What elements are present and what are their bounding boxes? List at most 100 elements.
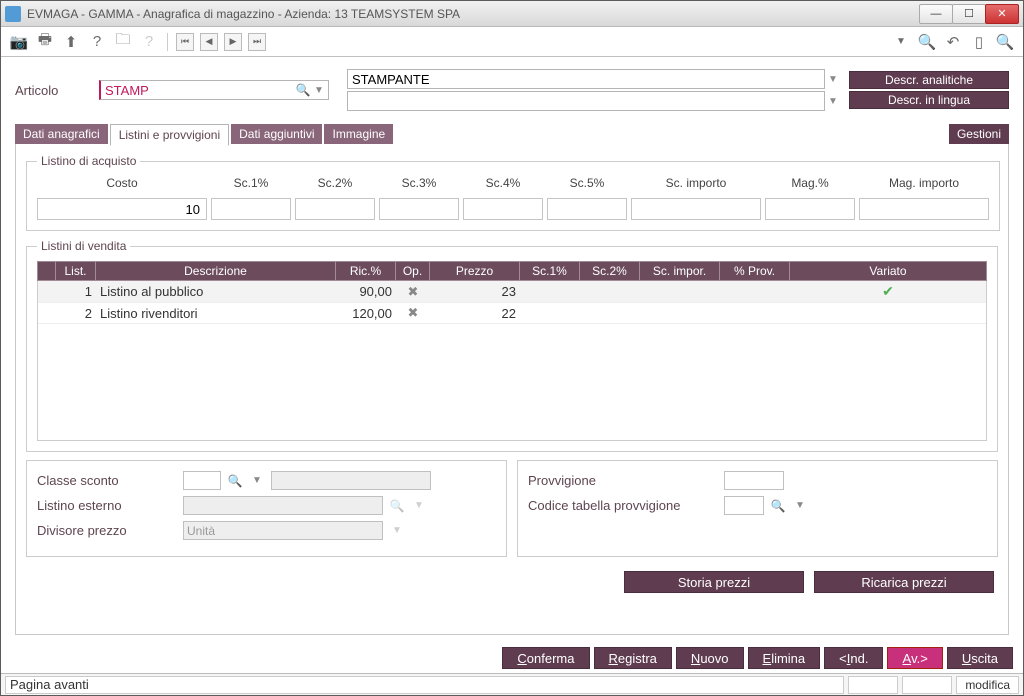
conferma-button[interactable]: Conferma [502,647,589,669]
classe-sconto-descr [271,471,431,490]
vendita-col-prov[interactable]: % Prov. [720,262,790,281]
tab-listini[interactable]: Listini e provvigioni [110,124,229,146]
registra-button[interactable]: Registra [594,647,672,669]
acq-scimp-input[interactable] [631,198,761,220]
acq-magimp-input[interactable] [859,198,989,220]
vendita-col-ric[interactable]: Ric.% [336,262,396,281]
print-icon[interactable]: 🖶 [35,32,55,52]
toolbar: 📷 🖶 ⬆ ? 🗀 ? ⏮ ◀ ▶ ⏭ ▼ 🔍 ↶ ▯ 🔍 [1,27,1023,57]
nav-next-button[interactable]: ▶ [224,33,242,51]
divisore-prezzo-select[interactable] [183,521,383,540]
descrizione2-dropdown-icon[interactable]: ▼ [825,96,841,107]
storia-prezzi-button[interactable]: Storia prezzi [624,571,804,593]
nav-last-button[interactable]: ⏭ [248,33,266,51]
cell-descr: Listino al pubblico [96,281,336,303]
vendita-col-prezzo[interactable]: Prezzo [430,262,520,281]
vendita-col-sc1[interactable]: Sc.1% [520,262,580,281]
nav-first-button[interactable]: ⏮ [176,33,194,51]
classe-sconto-lookup-icon[interactable]: 🔍 [227,474,243,488]
vendita-col-variato[interactable]: Variato [790,262,987,281]
descr-analitiche-button[interactable]: Descr. analitiche [849,71,1009,89]
codice-tab-lookup-icon[interactable]: 🔍 [770,499,786,513]
close-button[interactable]: ✕ [985,4,1019,24]
wrench-icon[interactable]: ✖ [408,305,419,320]
tabs: Dati anagrafici Listini e provvigioni Da… [15,123,1009,145]
codice-tab-dropdown-icon[interactable]: ▼ [792,500,808,511]
search-icon[interactable]: 🔍 [917,32,937,52]
provvigione-input[interactable] [724,471,784,490]
page-icon[interactable]: ▯ [969,32,989,52]
articolo-lookup-icon[interactable]: 🔍 [295,83,311,97]
tab-dati-aggiuntivi[interactable]: Dati aggiuntivi [231,124,322,144]
tab-immagine[interactable]: Immagine [324,124,393,144]
upload-icon[interactable]: ⬆ [61,32,81,52]
folder-icon[interactable]: 🗀 [113,32,133,52]
classe-sconto-dropdown-icon[interactable]: ▼ [249,475,265,486]
listino-esterno-input[interactable] [183,496,383,515]
indietro-button[interactable]: <Ind. [824,647,883,669]
maximize-button[interactable]: ☐ [952,4,986,24]
app-icon [5,6,21,22]
content: Articolo 🔍 ▼ ▼ ▼ Descr. analitiche Descr… [1,57,1023,641]
dropdown-icon[interactable]: ▼ [891,32,911,52]
help2-icon[interactable]: ? [139,32,159,52]
articolo-label: Articolo [15,83,91,98]
tab-dati-anagrafici[interactable]: Dati anagrafici [15,124,108,144]
acq-sc2-input[interactable] [295,198,375,220]
vendita-col-sc2[interactable]: Sc.2% [580,262,640,281]
acq-col-magimp: Mag. importo [859,176,989,194]
ricarica-prezzi-button[interactable]: Ricarica prezzi [814,571,994,593]
check-icon: ✔ [882,283,894,299]
acq-col-sc3: Sc.3% [379,176,459,194]
classe-sconto-code-input[interactable] [183,471,221,490]
acq-col-sc5: Sc.5% [547,176,627,194]
tab-gestioni[interactable]: Gestioni [949,124,1009,144]
status-mode: modifica [956,676,1019,694]
help-icon[interactable]: ? [87,32,107,52]
camera-icon[interactable]: 📷 [9,32,29,52]
search2-icon[interactable]: 🔍 [995,32,1015,52]
descrizione-input[interactable] [347,69,825,89]
avanti-button[interactable]: Av.> [887,647,942,669]
cell-prezzo: 23 [430,281,520,303]
listino-esterno-lookup-icon[interactable]: 🔍 [389,499,405,513]
listino-acquisto-legend: Listino di acquisto [37,154,140,168]
listino-esterno-label: Listino esterno [37,498,177,513]
wrench-icon[interactable]: ✖ [408,284,419,299]
nav-prev-button[interactable]: ◀ [200,33,218,51]
vendita-col-descr[interactable]: Descrizione [96,262,336,281]
acq-magp-input[interactable] [765,198,855,220]
window-title: EVMAGA - GAMMA - Anagrafica di magazzino… [27,7,920,21]
uscita-button[interactable]: Uscita [947,647,1013,669]
acq-sc1-input[interactable] [211,198,291,220]
statusbar: Pagina avanti modifica [1,673,1023,695]
undo-icon[interactable]: ↶ [943,32,963,52]
acq-col-scimp: Sc. importo [631,176,761,194]
descrizione2-input[interactable] [347,91,825,111]
acq-sc3-input[interactable] [379,198,459,220]
header-row: Articolo 🔍 ▼ ▼ ▼ Descr. analitiche Descr… [15,69,1009,111]
app-window: EVMAGA - GAMMA - Anagrafica di magazzino… [0,0,1024,696]
codice-tab-provv-input[interactable] [724,496,764,515]
acq-sc5-input[interactable] [547,198,627,220]
vendita-col-scimp[interactable]: Sc. impor. [640,262,720,281]
vendita-col-op[interactable]: Op. [396,262,430,281]
vendita-col-list[interactable]: List. [56,262,96,281]
minimize-button[interactable]: — [919,4,953,24]
descrizione-dropdown-icon[interactable]: ▼ [825,74,841,85]
acq-sc4-input[interactable] [463,198,543,220]
status-cell-1 [848,676,898,694]
acq-costo-input[interactable] [37,198,207,220]
nuovo-button[interactable]: Nuovo [676,647,744,669]
tab-panel: Listino di acquisto Costo Sc.1% Sc.2% Sc… [15,144,1009,635]
descr-lingua-button[interactable]: Descr. in lingua [849,91,1009,109]
table-row[interactable]: 2Listino rivenditori120,00✖22 [38,303,986,324]
articolo-dropdown-icon[interactable]: ▼ [311,85,327,96]
cell-list: 2 [56,303,96,324]
table-row[interactable]: 1Listino al pubblico90,00✖23✔ [38,281,986,303]
listino-esterno-dropdown-icon[interactable]: ▼ [411,500,427,511]
divisore-prezzo-dropdown-icon[interactable]: ▼ [389,525,405,536]
separator [167,33,168,51]
titlebar: EVMAGA - GAMMA - Anagrafica di magazzino… [1,1,1023,27]
elimina-button[interactable]: Elimina [748,647,821,669]
